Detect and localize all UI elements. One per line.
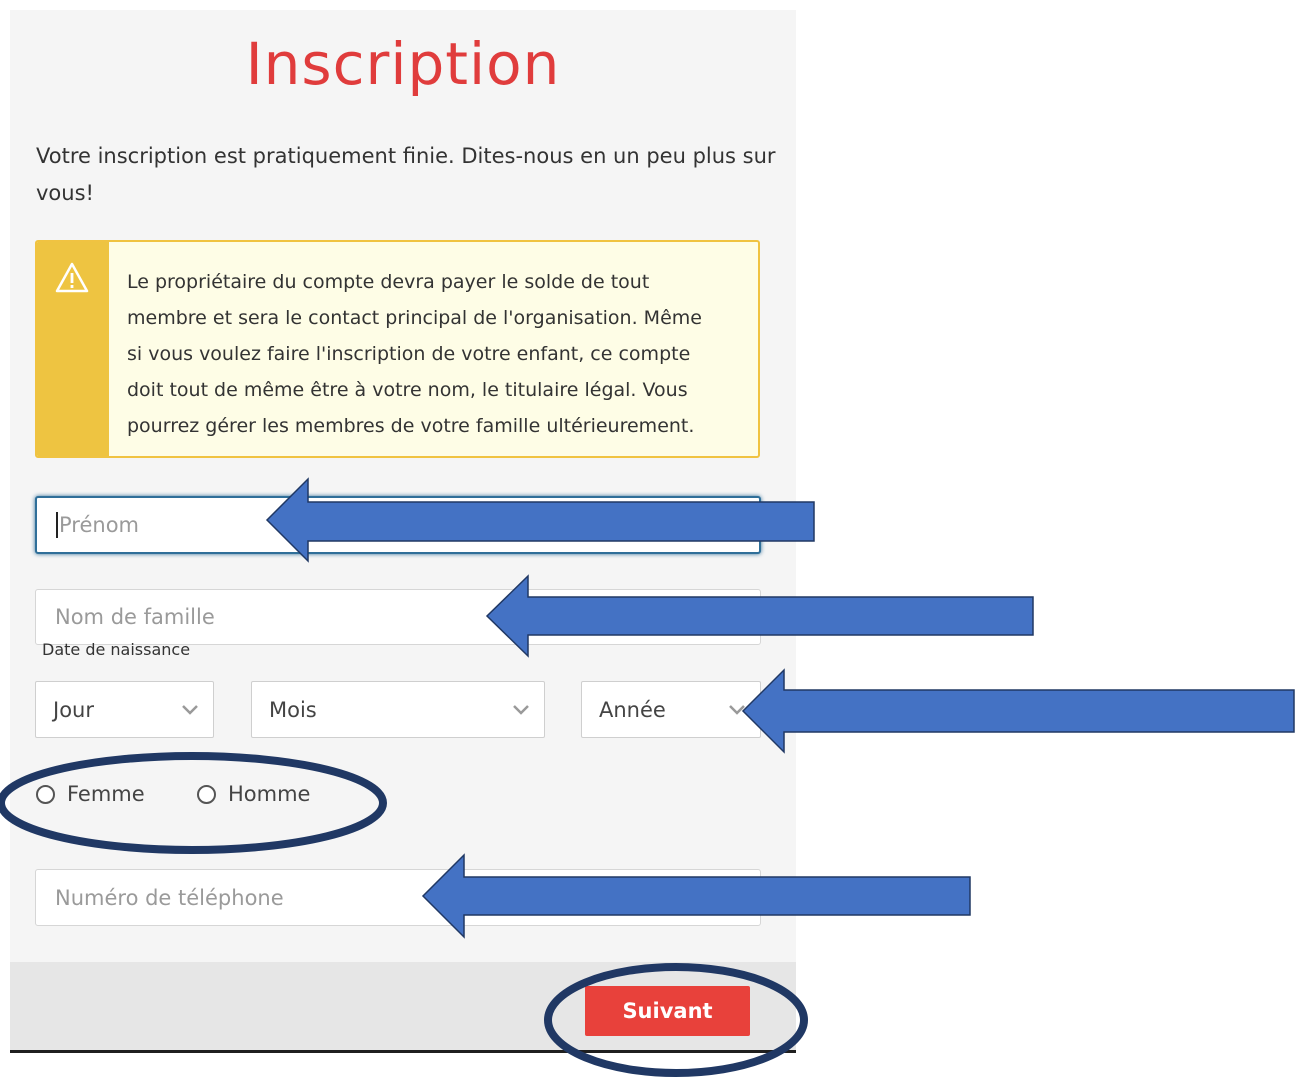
highlight-ellipse	[544, 963, 808, 1077]
arrow-annotation	[741, 668, 1295, 754]
annotation-overlay	[0, 477, 1295, 1077]
arrow-annotation	[265, 477, 815, 563]
arrow-annotation	[421, 853, 971, 939]
highlight-ellipse	[0, 752, 387, 854]
arrow-annotation	[485, 574, 1034, 658]
